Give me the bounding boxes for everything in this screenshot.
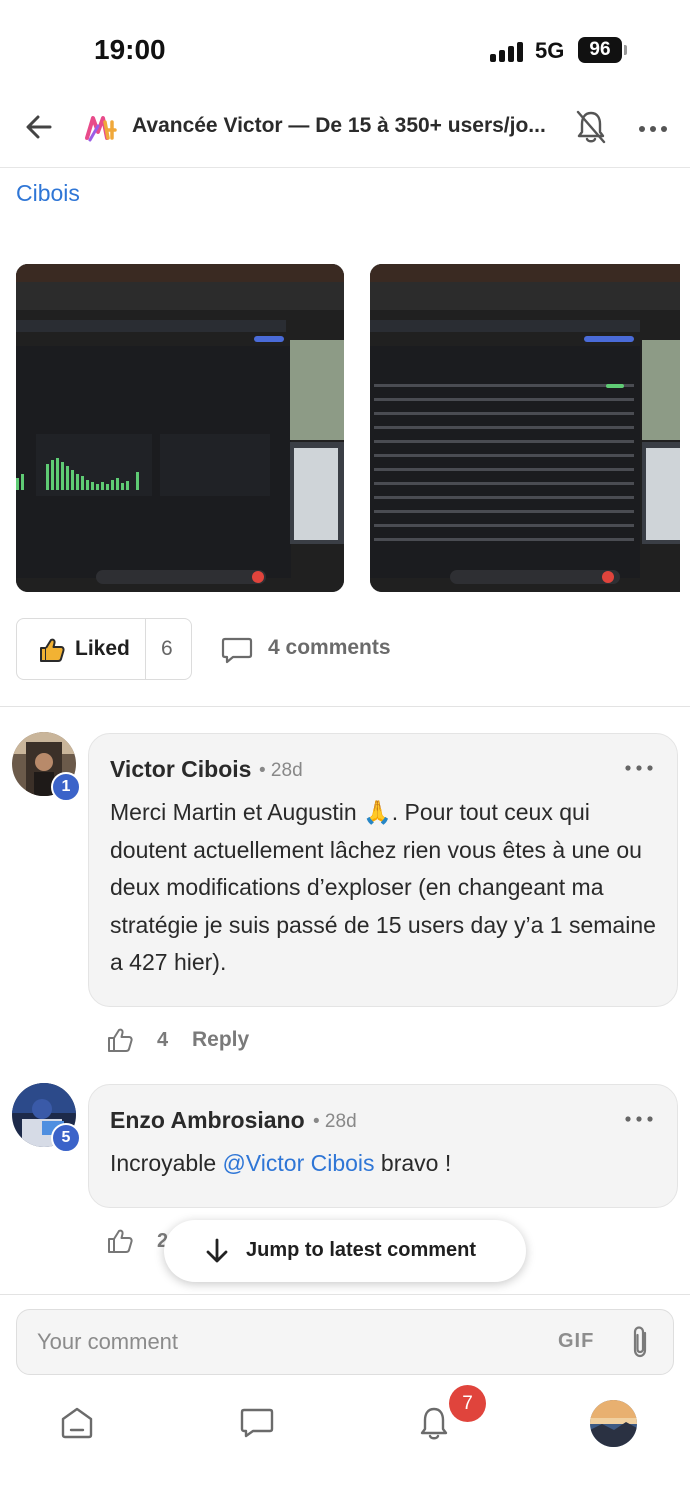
back-arrow-icon[interactable] — [22, 110, 56, 144]
jump-label: Jump to latest comment — [246, 1239, 477, 1261]
notification-count-badge: 7 — [449, 1385, 486, 1422]
comment-author[interactable]: Enzo Ambrosiano — [110, 1107, 305, 1134]
comment-composer: GIF — [16, 1309, 674, 1375]
comment-like-count: 4 — [157, 1029, 169, 1051]
gif-button[interactable]: GIF — [558, 1330, 594, 1353]
section-divider — [0, 706, 690, 707]
comment-time: • 28d — [259, 760, 303, 781]
comment-time: • 28d — [313, 1111, 357, 1132]
battery-nub — [624, 45, 627, 55]
chat-icon[interactable] — [238, 1404, 276, 1442]
dashboard-screenshot — [16, 264, 344, 592]
liked-divider — [145, 619, 146, 679]
comments-count[interactable]: 4 comments — [268, 636, 391, 660]
comment-bubble-icon[interactable] — [221, 636, 253, 664]
screenshot-image-2[interactable] — [370, 264, 680, 592]
table-screenshot — [370, 264, 680, 592]
status-bar: 19:00 5G 96 — [0, 0, 690, 100]
comment-more-icon[interactable] — [623, 758, 655, 778]
comment-like-icon[interactable] — [106, 1227, 134, 1255]
thumbs-up-icon — [40, 638, 65, 662]
notification-bell-icon[interactable] — [415, 1404, 453, 1442]
comment-composer-area: GIF — [0, 1294, 690, 1500]
comment-like-icon[interactable] — [106, 1026, 134, 1054]
comment-more-icon[interactable] — [623, 1109, 655, 1129]
signal-icon — [490, 40, 524, 62]
author-link[interactable]: Cibois — [16, 180, 80, 207]
like-count[interactable]: 6 — [161, 637, 173, 661]
jump-to-latest-button[interactable]: Jump to latest comment — [164, 1220, 526, 1282]
more-options-icon[interactable] — [636, 114, 670, 144]
avatar-level-badge: 1 — [51, 772, 81, 802]
status-time: 19:00 — [94, 34, 166, 65]
comment-text-start: Incroyable — [110, 1150, 223, 1176]
comment-input[interactable] — [37, 1322, 537, 1362]
post-header: Avancée Victor — De 15 à 350+ users/jo..… — [0, 100, 690, 168]
liked-label: Liked — [75, 637, 130, 660]
battery-icon: 96 — [578, 37, 622, 63]
mention-link[interactable]: @Victor Cibois — [223, 1150, 375, 1176]
network-type: 5G — [535, 38, 565, 63]
comment-text: Merci Martin et Augustin 🙏. Pour tout ce… — [110, 799, 656, 975]
avatar-level-badge: 5 — [51, 1123, 81, 1153]
arrow-down-icon — [206, 1238, 228, 1263]
post-title: Avancée Victor — De 15 à 350+ users/jo..… — [132, 114, 546, 137]
liked-button[interactable]: Liked 6 — [16, 618, 192, 680]
comment-text: Incroyable @Victor Cibois bravo ! — [110, 1145, 666, 1183]
screenshot-image-1[interactable] — [16, 264, 344, 592]
group-logo-icon[interactable] — [84, 112, 118, 144]
comment-text-end: bravo ! — [374, 1150, 452, 1176]
profile-photo — [590, 1400, 637, 1447]
profile-avatar[interactable] — [590, 1400, 637, 1447]
bell-off-icon[interactable] — [574, 108, 608, 146]
reply-button[interactable]: Reply — [192, 1028, 249, 1052]
comment-author[interactable]: Victor Cibois — [110, 756, 251, 783]
comment-bubble: Victor Cibois • 28d Merci Martin et Augu… — [88, 733, 678, 1007]
comment-bubble: Enzo Ambrosiano • 28d Incroyable @Victor… — [88, 1084, 678, 1208]
paperclip-icon[interactable] — [627, 1324, 653, 1360]
home-icon[interactable] — [58, 1404, 96, 1442]
